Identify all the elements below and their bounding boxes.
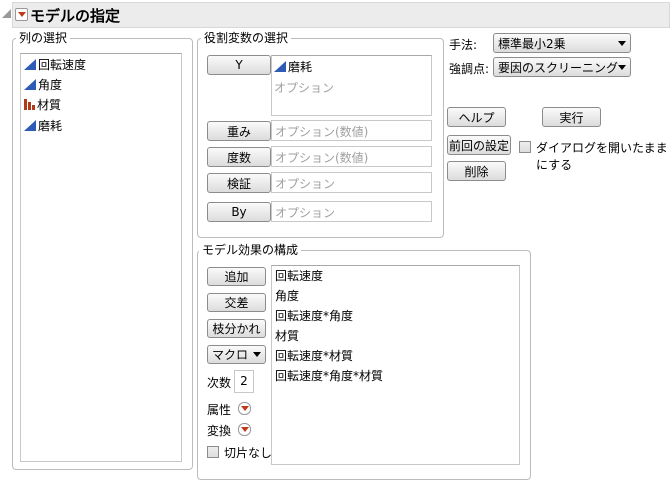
emphasis-dropdown[interactable]: 要因のスクリーニング: [493, 57, 631, 77]
emphasis-value: 要因のスクリーニング: [498, 60, 619, 75]
effect-item[interactable]: 回転速度: [275, 267, 323, 284]
weight-button[interactable]: 重み: [207, 121, 271, 141]
y-role-field[interactable]: 磨耗 オプション: [271, 55, 432, 116]
column-item[interactable]: 回転速度: [24, 56, 86, 73]
continuous-icon: [24, 120, 36, 131]
cross-button[interactable]: 交差: [207, 293, 266, 312]
recall-button[interactable]: 前回の設定: [447, 135, 511, 155]
macros-label: マクロ: [211, 348, 248, 362]
degree-input[interactable]: 2: [234, 370, 254, 393]
column-item[interactable]: 角度: [24, 76, 62, 93]
chevron-down-icon: [253, 352, 261, 357]
no-intercept-label: 切片なし: [224, 446, 273, 460]
method-value: 標準最小2乗: [498, 36, 566, 51]
method-dropdown[interactable]: 標準最小2乗: [493, 33, 631, 53]
effect-item[interactable]: 回転速度*角度*材質: [275, 367, 383, 384]
effect-item[interactable]: 回転速度*角度: [275, 307, 353, 324]
no-intercept-checkbox[interactable]: [207, 446, 219, 458]
column-label: 回転速度: [38, 58, 87, 72]
column-selection-legend: 列の選択: [16, 31, 71, 45]
by-field[interactable]: オプション: [271, 201, 432, 222]
column-label: 磨耗: [38, 119, 63, 133]
nominal-icon: [24, 99, 35, 110]
model-effects-legend: モデル効果の構成: [199, 243, 302, 257]
transform-menu-icon[interactable]: [238, 423, 251, 436]
effects-list[interactable]: 回転速度 角度 回転速度*角度 材質 回転速度*材質 回転速度*角度*材質: [271, 265, 520, 465]
y-role-placeholder: オプション: [274, 81, 335, 95]
continuous-icon: [24, 79, 36, 90]
emphasis-label: 強調点:: [449, 62, 490, 76]
effect-item[interactable]: 材質: [275, 327, 299, 344]
transform-label: 変換: [207, 424, 232, 438]
y-button[interactable]: Y: [207, 55, 271, 75]
validation-field[interactable]: オプション: [271, 172, 432, 193]
chevron-down-icon: [618, 64, 626, 70]
method-label: 手法:: [449, 38, 478, 52]
weight-field[interactable]: オプション(数値): [271, 120, 432, 141]
degree-label: 次数: [207, 376, 232, 390]
column-item[interactable]: 磨耗: [24, 117, 62, 134]
macros-button[interactable]: マクロ: [207, 345, 266, 364]
continuous-icon: [24, 59, 36, 70]
column-label: 角度: [38, 78, 63, 92]
role-selection-legend: 役割変数の選択: [201, 31, 292, 45]
effect-item[interactable]: 角度: [275, 287, 299, 304]
add-button[interactable]: 追加: [207, 267, 266, 286]
help-button[interactable]: ヘルプ: [447, 107, 506, 127]
keep-open-checkbox[interactable]: [519, 141, 531, 153]
page-title: モデルの指定: [30, 7, 121, 25]
validation-button[interactable]: 検証: [207, 173, 271, 193]
y-role-item[interactable]: 磨耗: [274, 58, 312, 75]
nest-button[interactable]: 枝分かれ: [207, 319, 266, 338]
attributes-label: 属性: [207, 403, 232, 417]
red-triangle-menu-icon[interactable]: [15, 8, 28, 21]
column-label: 材質: [37, 98, 62, 112]
y-role-value: 磨耗: [288, 60, 313, 74]
column-list[interactable]: 回転速度 角度 材質 磨耗: [20, 53, 182, 462]
freq-button[interactable]: 度数: [207, 147, 271, 167]
run-button[interactable]: 実行: [542, 107, 601, 127]
outline-disclosure-icon[interactable]: [2, 9, 11, 18]
effect-item[interactable]: 回転速度*材質: [275, 347, 353, 364]
attributes-menu-icon[interactable]: [238, 402, 251, 415]
by-button[interactable]: By: [207, 202, 271, 222]
chevron-down-icon: [618, 40, 626, 46]
column-item[interactable]: 材質: [24, 96, 61, 113]
keep-open-label: ダイアログを開いたままにする: [536, 141, 668, 172]
continuous-icon: [274, 61, 286, 72]
freq-field[interactable]: オプション(数値): [271, 146, 432, 167]
remove-button[interactable]: 削除: [447, 161, 506, 181]
